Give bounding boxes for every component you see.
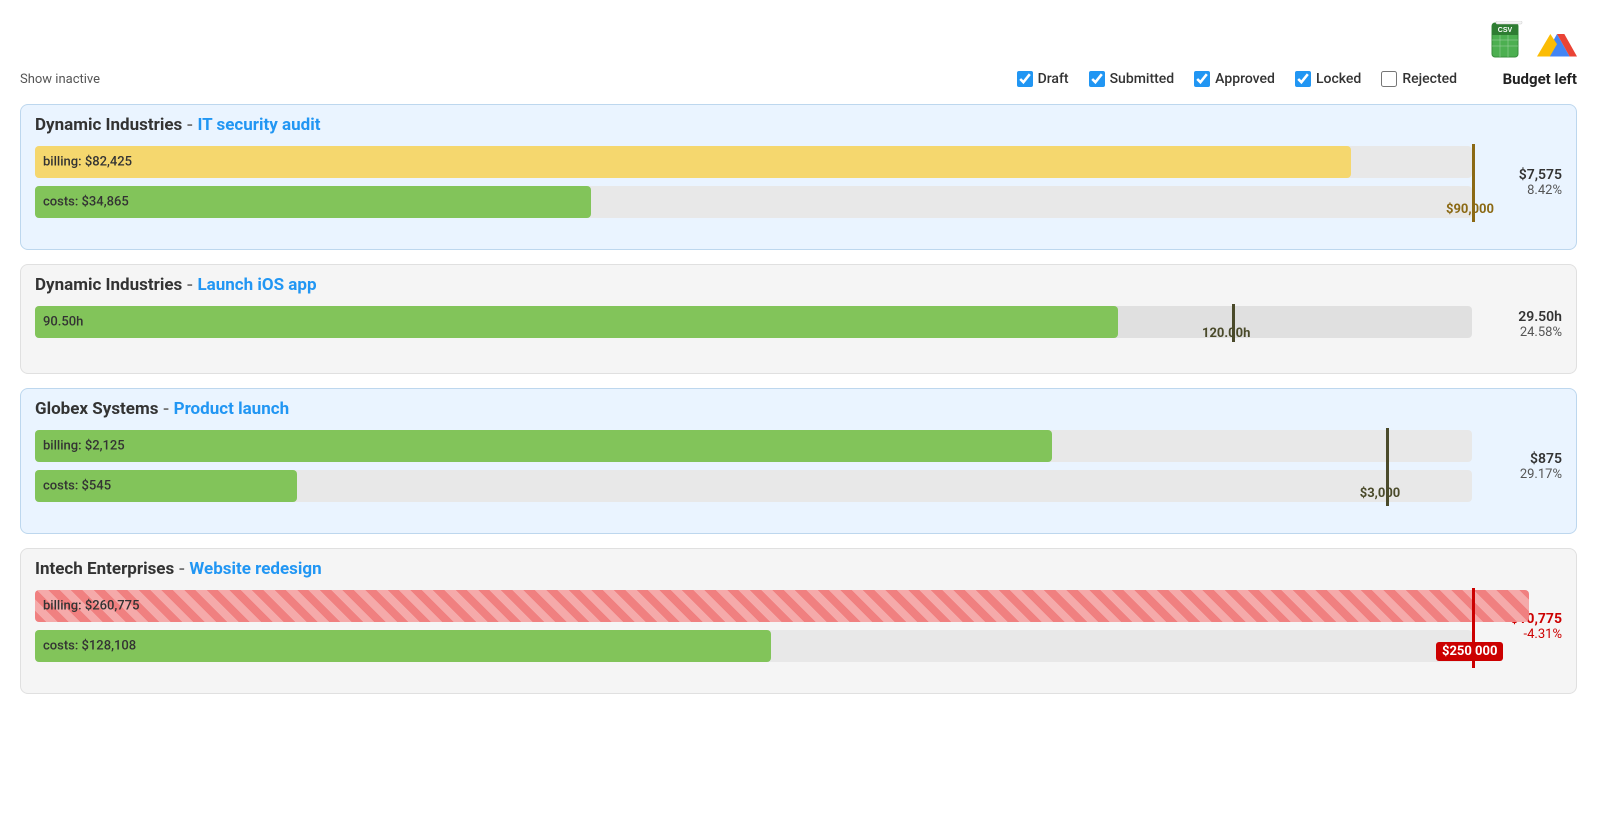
project-card-p3: Globex Systems - Product launch billing:… [20, 388, 1577, 534]
budget-marker [1472, 144, 1475, 222]
project-header-p3: Globex Systems - Product launch [21, 389, 1576, 425]
filter-rejected[interactable]: Rejected [1381, 71, 1457, 87]
budget-marker [1232, 304, 1235, 342]
project-separator: - [187, 275, 198, 295]
stats-pct: 8.42% [1482, 183, 1562, 198]
csv-export-button[interactable]: CSV [1489, 20, 1529, 60]
project-client: Dynamic Industries [35, 275, 182, 295]
show-inactive-label: Show inactive [20, 72, 100, 87]
filter-draft[interactable]: Draft [1017, 71, 1069, 87]
costs-label: costs: $128,108 [43, 639, 136, 654]
filter-approved[interactable]: Approved [1194, 71, 1275, 87]
drive-icon [1537, 22, 1577, 58]
stats-value: $7,575 [1482, 167, 1562, 183]
budget-total-label: $250,000 [1436, 642, 1503, 661]
project-card-p4: Intech Enterprises - Website redesign bi… [20, 548, 1577, 694]
project-name[interactable]: IT security audit [197, 115, 320, 135]
stats-p2: 29.50h 24.58% [1482, 309, 1562, 340]
budget-total-label: 120.00h [1202, 326, 1250, 341]
rejected-checkbox[interactable] [1381, 71, 1397, 87]
stats-p3: $87529.17% [1482, 451, 1562, 482]
top-bar: CSV [20, 20, 1577, 60]
submitted-checkbox[interactable] [1089, 71, 1105, 87]
stats-p1: $7,5758.42% [1482, 167, 1562, 198]
google-drive-button[interactable] [1537, 20, 1577, 60]
projects-container: Dynamic Industries - IT security audit b… [20, 104, 1577, 694]
project-name[interactable]: Website redesign [189, 559, 321, 579]
project-separator: - [178, 559, 189, 579]
project-name[interactable]: Launch iOS app [197, 275, 316, 295]
budget-total-label: $3,000 [1360, 486, 1401, 501]
billing-label: billing: $2,125 [43, 439, 125, 454]
approved-label: Approved [1215, 71, 1275, 87]
locked-label: Locked [1316, 71, 1361, 87]
costs-label: costs: $545 [43, 479, 111, 494]
stats-value: $875 [1482, 451, 1562, 467]
project-client: Dynamic Industries [35, 115, 182, 135]
project-header-p4: Intech Enterprises - Website redesign [21, 549, 1576, 585]
project-client: Globex Systems [35, 399, 158, 419]
budget-marker [1472, 588, 1475, 668]
budget-marker [1386, 428, 1389, 506]
project-card-p1: Dynamic Industries - IT security audit b… [20, 104, 1577, 250]
bar-hours-label: 90.50h [43, 315, 83, 330]
locked-checkbox[interactable] [1295, 71, 1311, 87]
project-client: Intech Enterprises [35, 559, 174, 579]
project-separator: - [187, 115, 198, 135]
approved-checkbox[interactable] [1194, 71, 1210, 87]
budget-left-header: Budget left [1477, 70, 1577, 88]
filter-submitted[interactable]: Submitted [1089, 71, 1175, 87]
svg-text:CSV: CSV [1498, 27, 1513, 34]
billing-label: billing: $260,775 [43, 599, 139, 614]
filter-bar: Show inactive Draft Submitted Approved L… [20, 70, 1577, 88]
stats-pct: 29.17% [1482, 467, 1562, 482]
rejected-label: Rejected [1402, 71, 1457, 87]
costs-label: costs: $34,865 [43, 195, 129, 210]
filter-locked[interactable]: Locked [1295, 71, 1361, 87]
draft-checkbox[interactable] [1017, 71, 1033, 87]
stats-pct: -4.31% [1482, 627, 1562, 642]
project-name[interactable]: Product launch [174, 399, 289, 419]
stats-value: 29.50h [1482, 309, 1562, 325]
stats-pct: 24.58% [1482, 325, 1562, 340]
billing-label: billing: $82,425 [43, 155, 132, 170]
csv-icon: CSV [1490, 21, 1528, 59]
submitted-label: Submitted [1110, 71, 1175, 87]
draft-label: Draft [1038, 71, 1069, 87]
project-header-p2: Dynamic Industries - Launch iOS app [21, 265, 1576, 301]
project-header-p1: Dynamic Industries - IT security audit [21, 105, 1576, 141]
project-separator: - [163, 399, 174, 419]
filter-checkboxes: Draft Submitted Approved Locked Rejected [1017, 71, 1457, 87]
project-card-p2: Dynamic Industries - Launch iOS app 90.5… [20, 264, 1577, 374]
budget-total-label: $90,000 [1446, 202, 1494, 217]
